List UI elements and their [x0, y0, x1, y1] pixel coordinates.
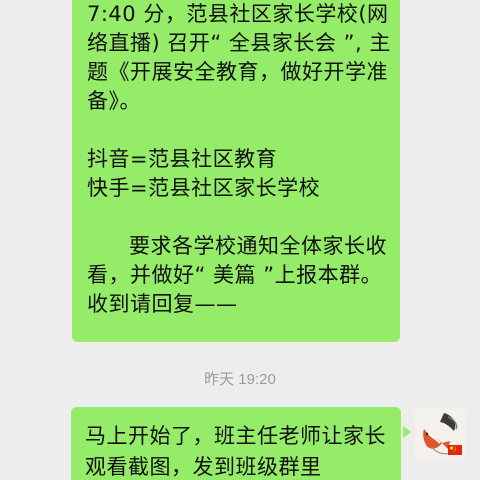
china-flag-icon: [448, 445, 462, 455]
message-line: 要求各学校通知全体家长收: [129, 234, 387, 258]
message-bubble-notice[interactable]: 7:40 分，范县社区家长学校(网 络直播) 召开“ 全县家长会 ”, 主 题《…: [72, 0, 400, 342]
message-line: 抖音=范县社区教育: [87, 147, 278, 171]
message-line: 络直播) 召开“ 全县家长会 ”, 主: [87, 31, 391, 55]
bubble-tail: [403, 426, 411, 438]
message-line: 备》。: [87, 89, 141, 113]
message-line: 7:40 分，范县社区家长学校(网: [87, 2, 389, 26]
message-line: 观看截图，发到班级群里: [85, 455, 322, 479]
message-line: 看，并做好“ 美篇 ”上报本群。: [87, 263, 383, 287]
chat-screen: 7:40 分，范县社区家长学校(网 络直播) 召开“ 全县家长会 ”, 主 题《…: [0, 0, 480, 480]
message-line: 马上开始了，班主任老师让家长: [85, 424, 386, 448]
message-line: 题《开展安全教育，做好开学准: [87, 60, 388, 84]
message-line: 收到请回复——: [87, 292, 238, 316]
message-line: 快手=范县社区家长学校: [87, 176, 321, 200]
koi-fish-avatar[interactable]: [414, 407, 466, 459]
message-bubble-reply[interactable]: 马上开始了，班主任老师让家长 观看截图，发到班级群里: [71, 407, 401, 480]
chat-timestamp: 昨天 19:20: [204, 371, 276, 388]
